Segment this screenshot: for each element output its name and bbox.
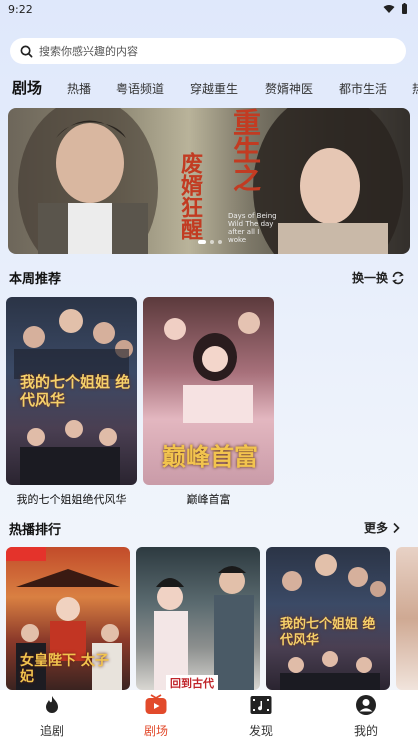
weekly-title-1[interactable]: 我的七个姐姐绝代风华 bbox=[6, 491, 137, 507]
bottom-nav: 追剧 剧场 发现 我的 bbox=[0, 690, 418, 744]
search-bar[interactable]: 搜索你感兴趣的内容 bbox=[10, 38, 406, 64]
fire-icon bbox=[46, 696, 58, 713]
weekly-poster-1-text: 我的七个姐姐 绝代风华 bbox=[20, 373, 131, 409]
nav-discover[interactable]: 发现 bbox=[231, 694, 291, 739]
nav-theater-label: 剧场 bbox=[143, 724, 168, 738]
tab-cantonese[interactable]: 粤语频道 bbox=[116, 80, 164, 97]
tab-time-travel[interactable]: 穿越重生 bbox=[190, 80, 238, 97]
banner-title-big: 重生之 bbox=[229, 108, 262, 192]
battery-icon bbox=[402, 3, 407, 14]
user-icon bbox=[356, 695, 376, 715]
hot-poster-1[interactable]: 女皇陛下 太子妃 bbox=[6, 547, 130, 690]
banner-pagination bbox=[198, 240, 222, 244]
banner-subtitle: Days of Being Wild The day after all I w… bbox=[228, 212, 277, 244]
tab-urban[interactable]: 都市生活 bbox=[339, 80, 387, 97]
chevron-right-icon bbox=[393, 522, 400, 533]
weekly-section-title: 本周推荐 bbox=[9, 272, 62, 287]
hot-poster-2[interactable]: 回到古代 bbox=[136, 547, 260, 690]
hot-section-title: 热播排行 bbox=[9, 523, 62, 538]
status-time: 9:22 bbox=[8, 3, 33, 16]
more-label: 更多 bbox=[364, 521, 389, 535]
hot-poster-3[interactable]: 我的七个姐姐 绝代风华 bbox=[266, 547, 390, 690]
weekly-title-2[interactable]: 巅峰首富 bbox=[143, 491, 274, 507]
tv-icon bbox=[145, 694, 167, 714]
refresh-button[interactable]: 换一换 bbox=[352, 269, 405, 286]
nav-discover-label: 发现 bbox=[248, 724, 273, 738]
hot-poster-1-text: 女皇陛下 太子妃 bbox=[20, 653, 109, 685]
category-tabs: 剧场 热播 粤语频道 穿越重生 赘婿神医 都市生活 热 bbox=[0, 76, 418, 102]
tab-son-in-law[interactable]: 赘婿神医 bbox=[265, 80, 313, 97]
wifi-icon bbox=[383, 5, 395, 13]
refresh-label: 换一换 bbox=[352, 271, 389, 285]
nav-profile[interactable]: 我的 bbox=[336, 694, 396, 739]
tab-more-hot[interactable]: 热 bbox=[412, 80, 418, 97]
hot-poster-3-text: 我的七个姐姐 绝代风华 bbox=[280, 617, 376, 648]
tab-theater[interactable]: 剧场 bbox=[12, 77, 42, 98]
banner-title-side: 废婿狂醒 bbox=[177, 152, 203, 240]
banner-artwork bbox=[18, 108, 403, 254]
hot-poster-4-partial[interactable] bbox=[396, 547, 418, 690]
weekly-poster-1[interactable]: 我的七个姐姐 绝代风华 bbox=[6, 297, 137, 485]
more-button[interactable]: 更多 bbox=[364, 519, 401, 536]
weekly-poster-2-text: 巅峰首富 bbox=[162, 442, 258, 471]
hero-banner[interactable]: 重生之 废婿狂醒 Days of Being Wild The day afte… bbox=[8, 108, 410, 254]
nav-theater[interactable]: 剧场 bbox=[126, 694, 186, 739]
tab-hot[interactable]: 热播 bbox=[67, 80, 91, 97]
nav-follow[interactable]: 追剧 bbox=[22, 694, 82, 739]
search-icon bbox=[20, 45, 33, 57]
hot-poster-2-text: 回到古代 bbox=[166, 675, 218, 690]
film-icon bbox=[250, 696, 272, 714]
search-placeholder: 搜索你感兴趣的内容 bbox=[39, 45, 138, 58]
nav-follow-label: 追剧 bbox=[39, 724, 64, 738]
weekly-poster-2[interactable]: 巅峰首富 bbox=[143, 297, 274, 485]
refresh-icon bbox=[392, 271, 404, 284]
nav-profile-label: 我的 bbox=[353, 724, 378, 738]
status-bar: 9:22 bbox=[0, 0, 418, 22]
